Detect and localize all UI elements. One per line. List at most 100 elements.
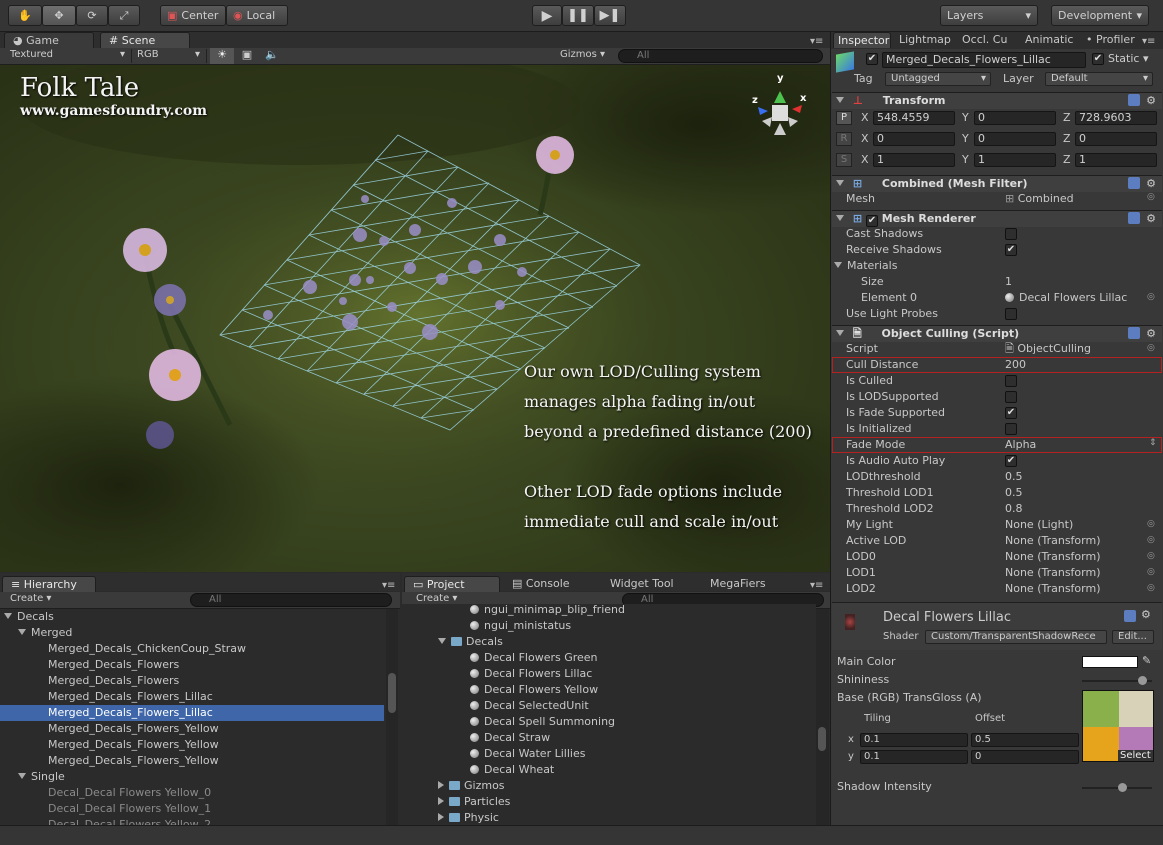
object-picker-icon[interactable]: ◎ xyxy=(1147,519,1155,529)
tab-hierarchy[interactable]: ≡ Hierarchy xyxy=(2,576,96,592)
culling-checkbox[interactable] xyxy=(1005,375,1017,387)
cast-shadows-checkbox[interactable] xyxy=(1005,228,1017,240)
rotation-y-field[interactable]: 0 xyxy=(974,132,1056,146)
hierarchy-item[interactable]: Decal_Decal Flowers Yellow_1 xyxy=(0,801,384,817)
hierarchy-item[interactable]: Merged_Decals_Flowers xyxy=(0,673,384,689)
shininess-slider-thumb[interactable] xyxy=(1138,676,1147,685)
expand-arrow-icon[interactable] xyxy=(18,773,26,779)
panel-menu-icon[interactable]: ▾≡ xyxy=(382,580,395,591)
hierarchy-item[interactable]: Single xyxy=(0,769,384,785)
expand-arrow-icon[interactable] xyxy=(438,781,444,789)
project-item[interactable]: ngui_ministatus xyxy=(402,618,571,634)
help-icon[interactable] xyxy=(1128,212,1140,224)
scale-x-field[interactable]: 1 xyxy=(873,153,955,167)
culling-field-value[interactable]: None (Transform) xyxy=(1005,533,1101,549)
receive-shadows-checkbox[interactable]: ✔ xyxy=(1005,244,1017,256)
gear-icon[interactable]: ⚙ xyxy=(1146,211,1156,227)
expand-arrow-icon[interactable] xyxy=(4,613,12,619)
pivot-center-button[interactable]: ▣ Center xyxy=(160,5,226,26)
panel-menu-icon[interactable]: ▾≡ xyxy=(1142,36,1155,47)
rotation-reset-button[interactable]: R xyxy=(836,132,852,146)
transform-header[interactable]: ⊥ Transform ⚙ xyxy=(832,92,1162,109)
layout-dropdown[interactable]: Development ▾ xyxy=(1051,5,1149,26)
hierarchy-item[interactable]: Merged_Decals_Flowers_Yellow xyxy=(0,737,384,753)
hierarchy-item[interactable]: Merged_Decals_Flowers_Yellow xyxy=(0,753,384,769)
tab-megafiers[interactable]: MegaFiers xyxy=(702,576,798,592)
tab-profiler[interactable]: • Profiler xyxy=(1082,32,1144,48)
culling-field-value[interactable]: 0.5 xyxy=(1005,469,1023,485)
culling-field-value[interactable]: None (Light) xyxy=(1005,517,1073,533)
audio-toggle[interactable]: 🔈 xyxy=(261,48,283,64)
tab-console[interactable]: ▤ Console xyxy=(504,576,600,592)
culling-field-value[interactable]: None (Transform) xyxy=(1005,565,1101,581)
help-icon[interactable] xyxy=(1124,610,1136,622)
gear-icon[interactable]: ⚙ xyxy=(1146,93,1156,109)
element0-field[interactable]: Decal Flowers Lillac xyxy=(1005,290,1127,306)
active-checkbox[interactable]: ✔ xyxy=(866,53,878,65)
layers-dropdown[interactable]: Layers ▾ xyxy=(940,5,1038,26)
scene-search-input[interactable]: All xyxy=(618,49,823,63)
main-color-swatch[interactable] xyxy=(1082,656,1138,668)
culling-field-value[interactable]: 0.8 xyxy=(1005,501,1023,517)
culling-field-value[interactable]: 🗎 ObjectCulling xyxy=(1005,341,1091,357)
scale-tool-button[interactable]: ⤢ xyxy=(108,5,140,26)
mesh-filter-header[interactable]: ⊞ Combined (Mesh Filter) ⚙ xyxy=(832,175,1162,192)
mesh-field[interactable]: ⊞ Combined xyxy=(1005,191,1074,207)
culling-field-value[interactable]: 0.5 xyxy=(1005,485,1023,501)
position-reset-button[interactable]: P xyxy=(836,111,852,125)
project-item[interactable]: Decal SelectedUnit xyxy=(402,698,589,714)
expand-arrow-icon[interactable] xyxy=(438,813,444,821)
project-item[interactable]: Decals xyxy=(402,634,503,650)
project-item[interactable]: Physic xyxy=(402,810,499,825)
mesh-renderer-header[interactable]: ⊞ ✔ Mesh Renderer ⚙ xyxy=(832,210,1162,227)
hierarchy-item[interactable]: Decals xyxy=(0,609,384,625)
skybox-toggle[interactable]: ▣ xyxy=(236,48,258,64)
object-picker-icon[interactable]: ◎ xyxy=(1147,567,1155,577)
rotation-z-field[interactable]: 0 xyxy=(1075,132,1157,146)
culling-checkbox[interactable]: ✔ xyxy=(1005,407,1017,419)
move-tool-button[interactable]: ✥ xyxy=(42,5,76,26)
hierarchy-item[interactable]: Merged_Decals_Flowers_Lillac xyxy=(0,689,384,705)
project-item[interactable]: Decal Flowers Yellow xyxy=(402,682,598,698)
panel-menu-icon[interactable]: ▾≡ xyxy=(810,36,823,47)
tag-dropdown[interactable]: Untagged ▾ xyxy=(885,72,991,86)
tab-inspector[interactable]: Inspector xyxy=(833,32,891,48)
render-mode-dropdown[interactable]: Textured ▾ xyxy=(10,49,132,63)
color-mode-dropdown[interactable]: RGB ▾ xyxy=(137,49,207,63)
panel-menu-icon[interactable]: ▾≡ xyxy=(810,580,823,591)
position-x-field[interactable]: 548.4559 xyxy=(873,111,955,125)
tab-animation[interactable]: Animatic xyxy=(1021,32,1079,48)
size-field[interactable]: 1 xyxy=(1005,274,1012,290)
layer-dropdown[interactable]: Default ▾ xyxy=(1045,72,1153,86)
texture-select-button[interactable]: Select xyxy=(1118,750,1153,761)
help-icon[interactable] xyxy=(1128,94,1140,106)
hand-tool-button[interactable]: ✋ xyxy=(8,5,42,26)
shadow-intensity-slider-thumb[interactable] xyxy=(1118,783,1127,792)
object-picker-icon[interactable]: ◎ xyxy=(1147,535,1155,545)
object-picker-icon[interactable]: ◎ xyxy=(1147,292,1155,302)
gear-icon[interactable]: ⚙ xyxy=(1141,608,1151,621)
lighting-toggle[interactable]: ☀ xyxy=(210,48,234,64)
gizmos-dropdown[interactable]: Gizmos ▾ xyxy=(560,49,605,60)
scale-y-field[interactable]: 1 xyxy=(974,153,1056,167)
scene-viewport[interactable]: Folk Tale www.gamesfoundry.com Our own L… xyxy=(0,65,830,572)
object-name-field[interactable]: Merged_Decals_Flowers_Lillac xyxy=(882,52,1086,68)
project-item[interactable]: Decal Straw xyxy=(402,730,550,746)
rotation-x-field[interactable]: 0 xyxy=(873,132,955,146)
scale-z-field[interactable]: 1 xyxy=(1075,153,1157,167)
scrollbar-thumb[interactable] xyxy=(388,673,396,713)
shader-edit-button[interactable]: Edit... xyxy=(1112,630,1154,644)
project-item[interactable]: Decal Water Lillies xyxy=(402,746,585,762)
hierarchy-item[interactable]: Decal_Decal Flowers Yellow_0 xyxy=(0,785,384,801)
tab-scene[interactable]: # Scene xyxy=(100,32,190,48)
project-item[interactable]: Particles xyxy=(402,794,510,810)
shadow-intensity-slider[interactable] xyxy=(1082,787,1152,789)
hierarchy-item[interactable]: Decal_Decal Flowers Yellow_2 xyxy=(0,817,384,825)
help-icon[interactable] xyxy=(1128,327,1140,339)
help-icon[interactable] xyxy=(1128,177,1140,189)
tiling-x-field[interactable]: 0.1 xyxy=(860,733,968,747)
expand-arrow-icon[interactable] xyxy=(438,797,444,805)
tab-game[interactable]: ◕ Game xyxy=(4,32,94,48)
pause-button[interactable]: ❚❚ xyxy=(562,5,594,26)
materials-foldout[interactable]: Materials xyxy=(834,258,897,274)
